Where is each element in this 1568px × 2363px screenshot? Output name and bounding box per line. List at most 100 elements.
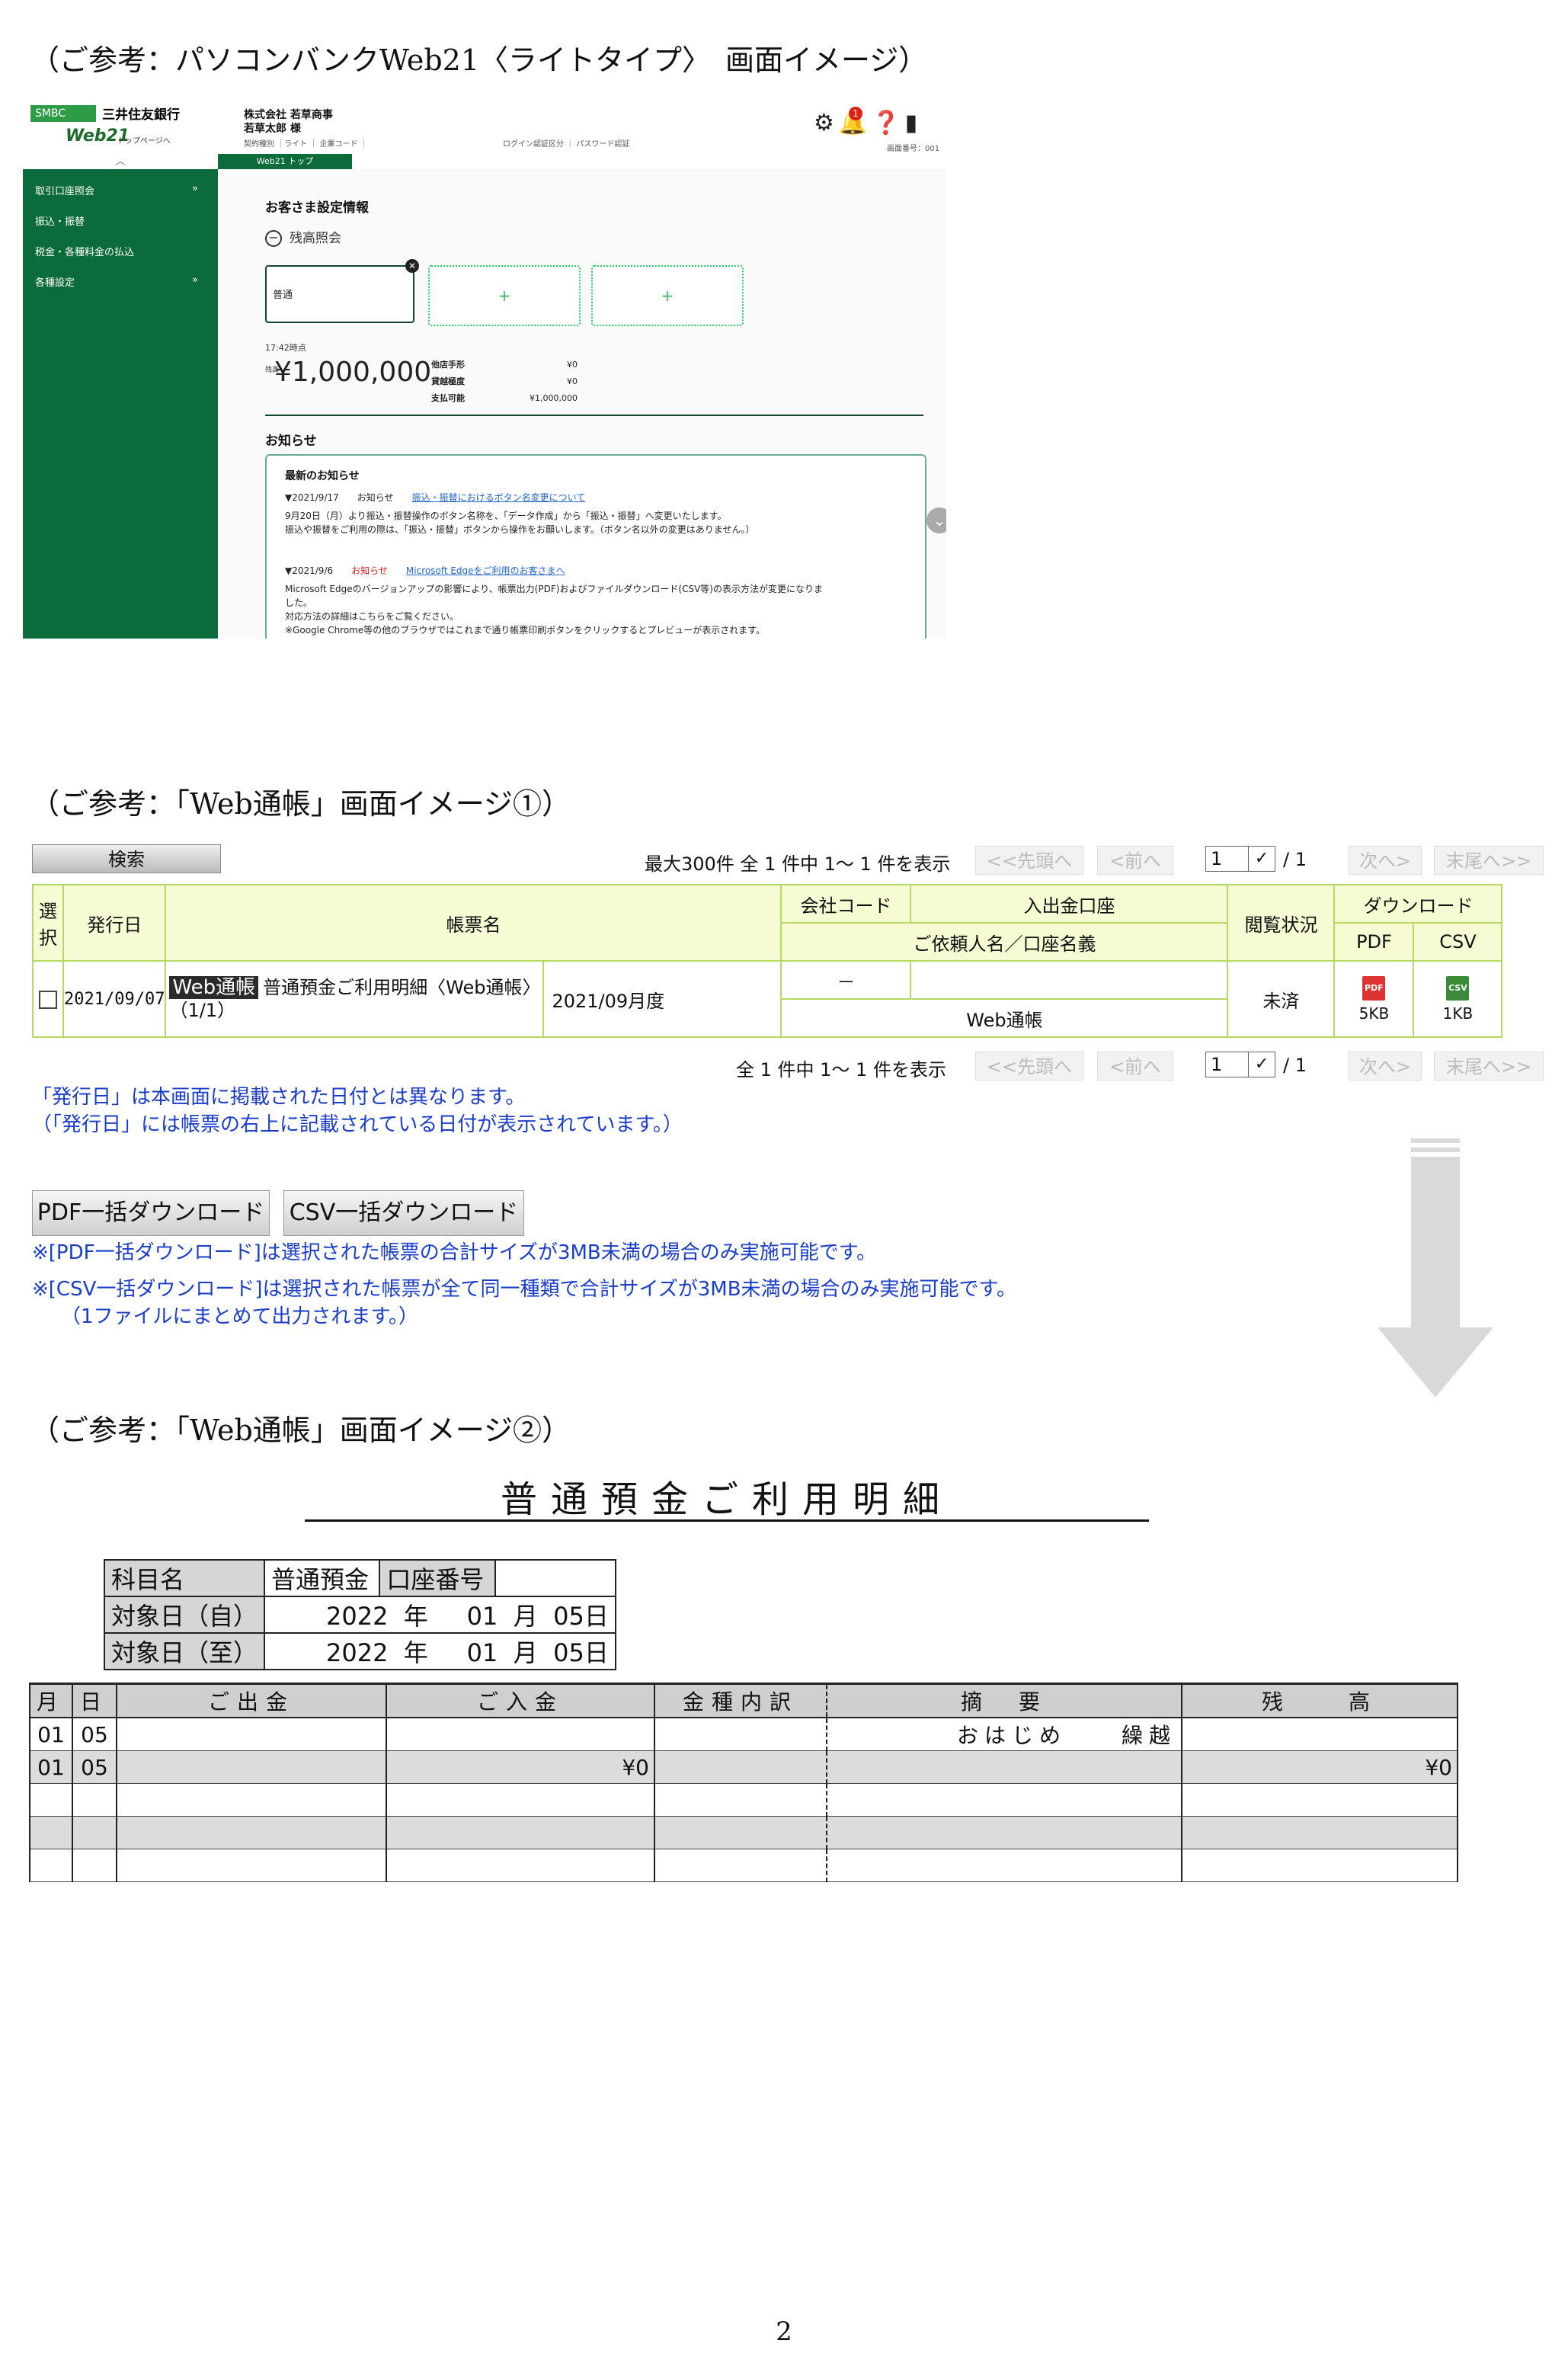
latest-notice-heading: 最新のお知らせ bbox=[285, 470, 360, 482]
notice-item: ▼2021/9/6 お知らせ Microsoft Edgeをご利用のお客さまへ bbox=[285, 565, 565, 576]
web21-logo-area[interactable]: SMBC 三井住友銀行 Web21 トップページへ bbox=[23, 99, 218, 154]
last-page-button[interactable]: 末尾へ>> bbox=[1434, 846, 1544, 875]
company-code: － bbox=[780, 960, 912, 1000]
table-row bbox=[29, 1849, 1458, 1882]
close-icon[interactable]: ✕ bbox=[405, 259, 419, 273]
logout-icon[interactable]: ▮ bbox=[905, 110, 923, 136]
sidebar-collapse-icon[interactable]: ︿ bbox=[23, 154, 218, 169]
pdf-file-icon[interactable]: PDF bbox=[1362, 975, 1386, 1001]
view-status: 未済 bbox=[1227, 960, 1336, 1038]
paging-info: 最大300件 全 1 件中 1～ 1 件を表示 bbox=[645, 853, 951, 875]
sidebar-item-account-inquiry[interactable]: 取引口座照会» bbox=[35, 183, 210, 197]
notice-body: ※Google Chrome等の他のブラウザではこれまで通り帳票印刷ボタンをクリ… bbox=[285, 625, 766, 636]
pdf-bulk-download-button[interactable]: PDF一括ダウンロード bbox=[32, 1190, 270, 1236]
gear-icon[interactable]: ⚙ bbox=[814, 110, 839, 136]
paging-info-bottom: 全 1 件中 1～ 1 件を表示 bbox=[736, 1059, 946, 1081]
page-total: / 1 bbox=[1283, 849, 1307, 870]
balance-detail-row: 他店手形 ¥0 bbox=[431, 360, 578, 370]
pdf-download-cell[interactable]: PDF 5KB bbox=[1333, 960, 1415, 1038]
page-total: / 1 bbox=[1283, 1055, 1307, 1076]
contract-info: 契約種別 ｜ライト ｜ 企業コード ｜ bbox=[244, 140, 368, 149]
page-select[interactable]: 1 ✓ bbox=[1205, 846, 1275, 872]
doc-name-sub: （1/1） bbox=[169, 1000, 236, 1021]
subject-value: 普通預金 bbox=[264, 1559, 381, 1597]
table-row bbox=[29, 1816, 1458, 1849]
top-page-link[interactable]: トップページへ bbox=[117, 134, 171, 146]
col-header-company-code: 会社コード bbox=[780, 884, 912, 924]
issue-date: 2021/09/07 bbox=[62, 960, 167, 1038]
balance-detail-row: 支払可能 ¥1,000,000 bbox=[431, 393, 578, 403]
table-row: 2021/09/07 Web通帳 普通預金ご利用明細〈Web通帳〉 （1/1） 2… bbox=[32, 960, 1503, 1038]
caption-tsucho-1: （ご参考：「Web通帳」画面イメージ①） bbox=[30, 787, 571, 821]
next-page-button[interactable]: 次へ> bbox=[1349, 846, 1422, 875]
breadcrumb[interactable]: Web21 トップ bbox=[218, 154, 352, 169]
sidebar-item-tax-payment[interactable]: 税金・各種料金の払込 bbox=[35, 244, 210, 258]
header-icons: ⚙🔔❓▮ bbox=[814, 110, 922, 136]
doc-period: 2021/09月度 bbox=[542, 960, 782, 1038]
account-no-label: 口座番号 bbox=[379, 1559, 496, 1597]
search-button[interactable]: 検索 bbox=[32, 844, 221, 873]
csv-bulk-note-sub: （1ファイルにまとめて出力されます。） bbox=[61, 1305, 418, 1328]
add-account-card[interactable]: + bbox=[428, 265, 581, 326]
pdf-bulk-note: ※[PDF一括ダウンロード]は選択された帳票の合計サイズが3MB未満の場合のみ実… bbox=[32, 1241, 877, 1264]
plus-icon: + bbox=[498, 287, 511, 305]
page-number: 2 bbox=[776, 2317, 792, 2347]
chevron-right-icon: » bbox=[192, 274, 198, 286]
row-checkbox[interactable] bbox=[39, 991, 57, 1009]
notification-badge: 1 bbox=[849, 107, 862, 120]
page-select[interactable]: 1 ✓ bbox=[1205, 1052, 1275, 1077]
table-row: 01 05 おはじめ 繰越 bbox=[29, 1718, 1458, 1751]
issue-date-note: 「発行日」は本画面に掲載された日付とは異なります。 （「発行日」には帳票の右上に… bbox=[32, 1086, 683, 1136]
col-header-denomination: 金種内訳 bbox=[654, 1683, 827, 1718]
csv-size: 1KB bbox=[1442, 1004, 1474, 1023]
notice-item: ▼2021/9/17 お知らせ 振込・振替におけるボタン名変更について bbox=[285, 492, 586, 503]
notice-link[interactable]: Microsoft Edgeをご利用のお客さまへ bbox=[406, 565, 565, 576]
screen-number: 画面番号：001 bbox=[887, 145, 940, 153]
next-page-button[interactable]: 次へ> bbox=[1349, 1052, 1422, 1081]
chevron-down-icon: ✓ bbox=[1248, 1052, 1275, 1077]
csv-download-cell[interactable]: CSV 1KB bbox=[1413, 960, 1503, 1038]
collapse-icon[interactable]: − bbox=[265, 230, 282, 247]
balance-amount: ¥1,000,000 bbox=[274, 357, 432, 388]
company-name: 株式会社 若草商事 bbox=[244, 109, 333, 121]
table-row bbox=[29, 1783, 1458, 1817]
add-account-card[interactable]: + bbox=[591, 265, 744, 326]
col-header-csv: CSV bbox=[1413, 922, 1503, 962]
account-card[interactable]: 普通 bbox=[265, 265, 414, 323]
prev-page-button[interactable]: <前へ bbox=[1097, 1052, 1173, 1081]
sidebar-item-transfer[interactable]: 振込・振替 bbox=[35, 213, 210, 228]
col-header-description: 摘 要 bbox=[826, 1683, 1182, 1718]
notice-body: 対応方法の詳細はこちらをご覧ください。 bbox=[285, 611, 459, 622]
statement-table: 月 日 ご出金 ご入金 金種内訳 摘 要 残 高 01 05 おはじめ 繰越 0… bbox=[29, 1683, 1458, 1882]
from-date: 2022 年 01 月 05日 bbox=[264, 1596, 616, 1634]
scroll-down-icon[interactable]: ⌄ bbox=[926, 508, 946, 533]
prev-page-button[interactable]: <前へ bbox=[1097, 846, 1173, 875]
csv-bulk-note: ※[CSV一括ダウンロード]は選択された帳票が全て同一種類で合計サイズが3MB未… bbox=[32, 1278, 1016, 1301]
notice-link[interactable]: 振込・振替におけるボタン名変更について bbox=[412, 492, 586, 503]
help-icon[interactable]: ❓ bbox=[872, 110, 904, 136]
col-header-balance: 残 高 bbox=[1181, 1683, 1458, 1718]
login-info: ログイン認証区分 ｜ パスワード認証 bbox=[503, 140, 630, 149]
doc-name-link[interactable]: 普通預金ご利用明細〈Web通帳〉 bbox=[263, 977, 540, 998]
csv-bulk-download-button[interactable]: CSV一括ダウンロード bbox=[283, 1190, 524, 1236]
col-header-select: 選択 bbox=[32, 884, 64, 962]
row-checkbox-cell bbox=[32, 960, 64, 1038]
smbc-logo: SMBC bbox=[30, 105, 96, 122]
notice-body: 振込や振替をご利用の際は、「振込・振替」ボタンから操作をお願いします。（ボタン名… bbox=[285, 524, 755, 535]
chevron-right-icon: » bbox=[192, 183, 198, 194]
divider bbox=[265, 415, 923, 416]
notice-body: Microsoft Edgeのバージョンアップの影響により、帳票出力(PDF)お… bbox=[285, 584, 823, 594]
statement-info-table: 科目名 普通預金 口座番号 対象日（自） 2022 年 01 月 05日 対象日… bbox=[103, 1559, 616, 1670]
col-header-doc-name: 帳票名 bbox=[165, 884, 782, 962]
col-header-issue-date: 発行日 bbox=[62, 884, 167, 962]
balance-detail-row: 貸越極度 ¥0 bbox=[431, 376, 578, 386]
account-no-value bbox=[494, 1559, 616, 1597]
first-page-button[interactable]: <<先頭へ bbox=[975, 1052, 1083, 1081]
down-arrow-icon bbox=[1378, 1138, 1493, 1398]
last-page-button[interactable]: 末尾へ>> bbox=[1434, 1052, 1544, 1081]
col-header-deposit: ご入金 bbox=[386, 1683, 654, 1718]
csv-file-icon[interactable]: CSV bbox=[1446, 975, 1470, 1001]
first-page-button[interactable]: <<先頭へ bbox=[975, 846, 1083, 875]
balance-section-header[interactable]: − 残高照会 bbox=[265, 227, 341, 247]
sidebar-item-settings[interactable]: 各種設定» bbox=[35, 274, 210, 289]
